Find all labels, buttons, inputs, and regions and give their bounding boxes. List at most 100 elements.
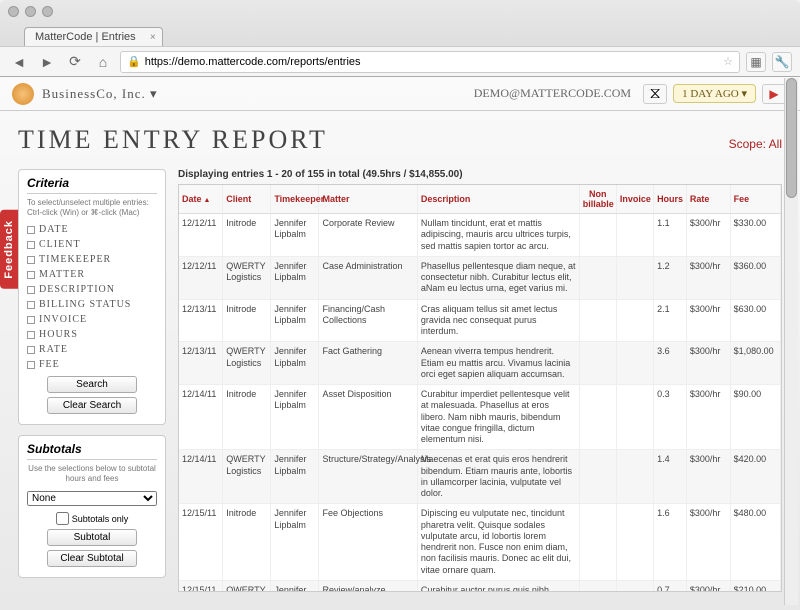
- cell: Jennifer Lipbalm: [271, 214, 319, 257]
- expand-icon: [27, 256, 35, 264]
- expand-icon: [27, 226, 35, 234]
- cell: Jennifer Lipbalm: [271, 580, 319, 592]
- clear-search-button[interactable]: Clear Search: [47, 397, 137, 414]
- scrollbar-thumb[interactable]: [786, 78, 797, 198]
- org-selector[interactable]: BusinessCo, Inc. ▾: [42, 86, 158, 102]
- col-header-timekeeper[interactable]: Timekeeper: [271, 185, 319, 214]
- subtotal-button[interactable]: Subtotal: [47, 529, 137, 546]
- table-row[interactable]: 12/13/11InitrodeJennifer LipbalmFinancin…: [179, 299, 781, 342]
- cell: $330.00: [730, 214, 780, 257]
- time-filter-button[interactable]: 1 DAY AGO ▾: [673, 84, 756, 103]
- criteria-item-hours[interactable]: Hours: [27, 327, 157, 342]
- entries-table-wrap: Date ▲ClientTimekeeperMatterDescriptionN…: [178, 184, 782, 592]
- table-row[interactable]: 12/12/11QWERTY LogisticsJennifer Lipbalm…: [179, 256, 781, 299]
- cell: 12/13/11: [179, 342, 223, 385]
- table-row[interactable]: 12/14/11QWERTY LogisticsJennifer Lipbalm…: [179, 450, 781, 504]
- criteria-item-client[interactable]: Client: [27, 237, 157, 252]
- hourglass-icon[interactable]: ⧖: [643, 84, 667, 104]
- subtotals-only-input[interactable]: [56, 512, 69, 525]
- cell: [579, 342, 616, 385]
- table-row[interactable]: 12/13/11QWERTY LogisticsJennifer Lipbalm…: [179, 342, 781, 385]
- cell: Nullam tincidunt, erat et mattis adipisc…: [417, 214, 579, 257]
- col-header-description[interactable]: Description: [417, 185, 579, 214]
- wrench-icon[interactable]: 🔧: [772, 52, 792, 72]
- cell: [616, 504, 653, 581]
- browser-tab[interactable]: MatterCode | Entries ×: [24, 27, 163, 46]
- zoom-window-icon[interactable]: [42, 6, 53, 17]
- subtotals-heading: Subtotals: [27, 442, 157, 460]
- cell: [579, 385, 616, 450]
- col-header-client[interactable]: Client: [223, 185, 271, 214]
- criteria-item-rate[interactable]: Rate: [27, 342, 157, 357]
- cell: QWERTY Logistics: [223, 256, 271, 299]
- col-header-fee[interactable]: Fee: [730, 185, 780, 214]
- minimize-window-icon[interactable]: [25, 6, 36, 17]
- cell: 12/12/11: [179, 256, 223, 299]
- expand-icon: [27, 241, 35, 249]
- play-button[interactable]: ▶: [762, 84, 786, 104]
- criteria-item-invoice[interactable]: Invoice: [27, 312, 157, 327]
- close-window-icon[interactable]: [8, 6, 19, 17]
- criteria-item-matter[interactable]: Matter: [27, 267, 157, 282]
- col-header-matter[interactable]: Matter: [319, 185, 417, 214]
- cell: Review/analyze: [319, 580, 417, 592]
- cell: [616, 214, 653, 257]
- cell: [579, 580, 616, 592]
- criteria-item-fee[interactable]: Fee: [27, 357, 157, 372]
- cell: Phasellus pellentesque diam neque, at co…: [417, 256, 579, 299]
- browser-chrome: MatterCode | Entries × ◄ ► ⟳ ⌂ 🔒 https:/…: [0, 0, 800, 77]
- address-bar[interactable]: 🔒 https://demo.mattercode.com/reports/en…: [120, 51, 740, 73]
- cell: $1,080.00: [730, 342, 780, 385]
- extensions-icon[interactable]: ▦: [746, 52, 766, 72]
- cell: $300/hr: [686, 450, 730, 504]
- home-button[interactable]: ⌂: [92, 52, 114, 72]
- criteria-item-date[interactable]: Date: [27, 222, 157, 237]
- criteria-item-description[interactable]: Description: [27, 282, 157, 297]
- cell: $300/hr: [686, 256, 730, 299]
- cell: Case Administration: [319, 256, 417, 299]
- cell: 12/12/11: [179, 214, 223, 257]
- cell: $630.00: [730, 299, 780, 342]
- table-row[interactable]: 12/14/11InitrodeJennifer LipbalmAsset Di…: [179, 385, 781, 450]
- app-logo-icon[interactable]: [12, 83, 34, 105]
- scrollbar[interactable]: [784, 78, 798, 605]
- cell: Initrode: [223, 214, 271, 257]
- table-row[interactable]: 12/12/11InitrodeJennifer LipbalmCorporat…: [179, 214, 781, 257]
- search-button[interactable]: Search: [47, 376, 137, 393]
- sidebar: Criteria To select/unselect multiple ent…: [18, 169, 166, 599]
- cell: 1.6: [654, 504, 687, 581]
- back-button[interactable]: ◄: [8, 52, 30, 72]
- col-header-rate[interactable]: Rate: [686, 185, 730, 214]
- criteria-item-billing-status[interactable]: Billing Status: [27, 297, 157, 312]
- reload-button[interactable]: ⟳: [64, 52, 86, 72]
- cell: [579, 256, 616, 299]
- cell: $300/hr: [686, 342, 730, 385]
- cell: Jennifer Lipbalm: [271, 299, 319, 342]
- col-header-hours[interactable]: Hours: [654, 185, 687, 214]
- col-header-invoice[interactable]: Invoice: [616, 185, 653, 214]
- subtotals-hint: Use the selections below to subtotal hou…: [27, 464, 157, 483]
- clear-subtotal-button[interactable]: Clear Subtotal: [47, 550, 137, 567]
- feedback-tab[interactable]: Feedback: [0, 210, 18, 289]
- criteria-item-timekeeper[interactable]: Timekeeper: [27, 252, 157, 267]
- cell: Curabitur auctor purus quis nibh eleifen…: [417, 580, 579, 592]
- cell: Maecenas et erat quis eros hendrerit bib…: [417, 450, 579, 504]
- close-tab-icon[interactable]: ×: [150, 32, 156, 43]
- col-header-date[interactable]: Date ▲: [179, 185, 223, 214]
- user-email[interactable]: DEMO@MATTERCODE.COM: [474, 86, 631, 101]
- expand-icon: [27, 301, 35, 309]
- scope-label[interactable]: Scope: All: [729, 137, 782, 151]
- lock-icon: 🔒: [127, 55, 141, 68]
- tab-title: MatterCode | Entries: [35, 31, 136, 43]
- cell: Fee Objections: [319, 504, 417, 581]
- subtotals-only-checkbox[interactable]: Subtotals only: [27, 512, 157, 525]
- col-header-non-billable[interactable]: Non billable: [579, 185, 616, 214]
- forward-button[interactable]: ►: [36, 52, 58, 72]
- table-row[interactable]: 12/15/11QWERTY LogisticsJennifer Lipbalm…: [179, 580, 781, 592]
- expand-icon: [27, 331, 35, 339]
- bookmark-icon[interactable]: ☆: [723, 55, 733, 68]
- table-row[interactable]: 12/15/11InitrodeJennifer LipbalmFee Obje…: [179, 504, 781, 581]
- cell: 2.1: [654, 299, 687, 342]
- cell: Cras aliquam tellus sit amet lectus grav…: [417, 299, 579, 342]
- subtotal-select[interactable]: None: [27, 491, 157, 506]
